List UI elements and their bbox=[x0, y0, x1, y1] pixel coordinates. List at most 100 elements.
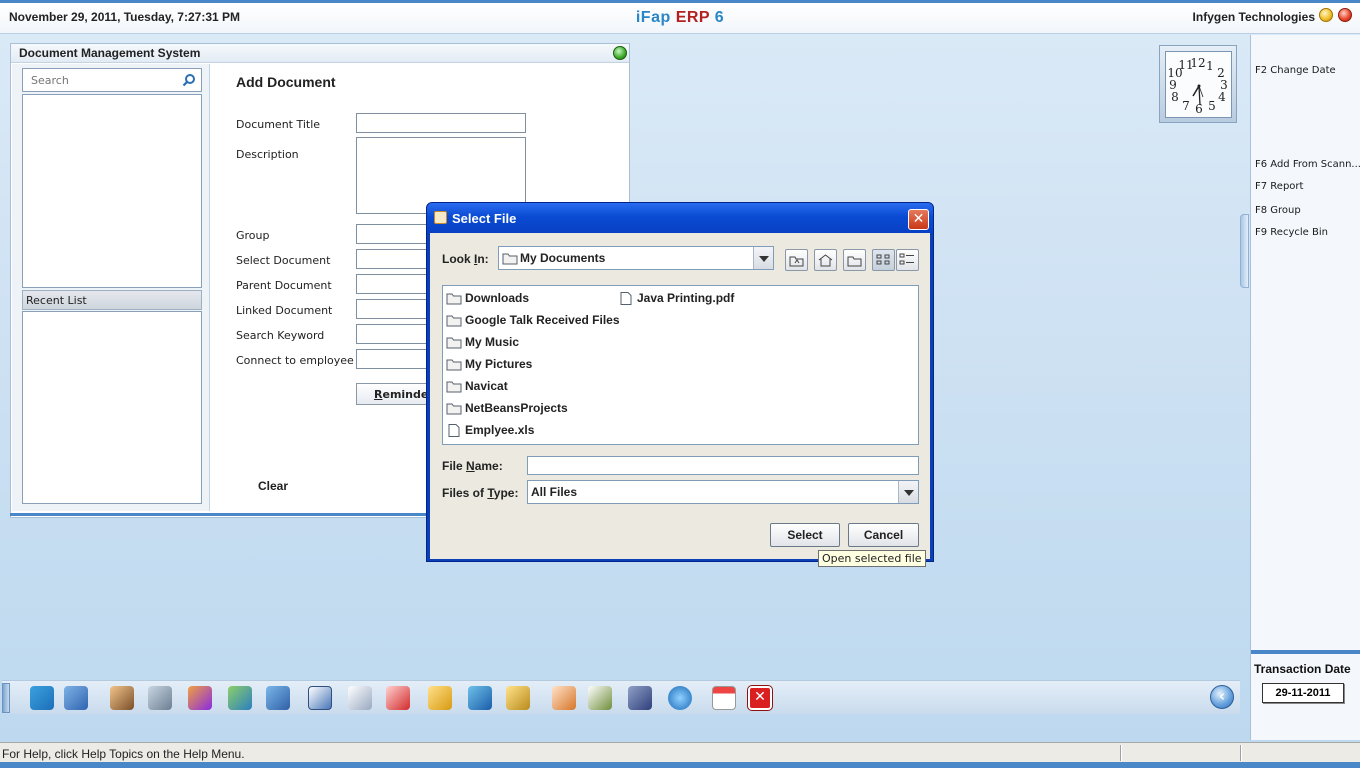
document-title-input[interactable] bbox=[356, 113, 526, 133]
folder-icon bbox=[446, 403, 462, 415]
save-icon[interactable] bbox=[628, 686, 652, 710]
details-view-icon bbox=[899, 253, 914, 265]
f9-recycle-bin[interactable]: F9 Recycle Bin bbox=[1255, 227, 1360, 238]
svg-text:5: 5 bbox=[1208, 99, 1216, 113]
settings-gears-icon[interactable] bbox=[148, 686, 172, 710]
file-name-label: File Name: bbox=[442, 459, 503, 473]
calculator-icon[interactable] bbox=[588, 686, 612, 710]
connect-employee-label: Connect to employee bbox=[236, 354, 354, 367]
dialog-close-button[interactable]: ✕ bbox=[908, 209, 929, 230]
details-view-button[interactable] bbox=[896, 249, 919, 271]
f6-add-from-scanner[interactable]: F6 Add From Scann... bbox=[1255, 159, 1360, 170]
clear-button[interactable]: Clear bbox=[258, 479, 288, 493]
app-title-erp: ERP bbox=[675, 9, 710, 26]
file-list[interactable]: Downloads Google Talk Received Files My … bbox=[442, 285, 919, 445]
chart-icon[interactable] bbox=[386, 686, 410, 710]
f7-report[interactable]: F7 Report bbox=[1255, 181, 1360, 192]
recent-list-header: Recent List bbox=[22, 290, 202, 310]
folder-icon bbox=[502, 253, 518, 265]
network-icon[interactable] bbox=[468, 686, 492, 710]
search-box bbox=[22, 68, 202, 92]
file-name: Downloads bbox=[465, 291, 530, 305]
recent-list[interactable] bbox=[22, 311, 202, 504]
toolbar-handle[interactable] bbox=[2, 683, 10, 713]
clock-icon: 12 1 2 345 678 91011 bbox=[1167, 56, 1227, 116]
backup-icon[interactable] bbox=[552, 686, 576, 710]
search-icon[interactable] bbox=[182, 73, 196, 87]
right-shortcut-panel: F2 Change Date F6 Add From Scann... F7 R… bbox=[1250, 35, 1360, 740]
svg-text:4: 4 bbox=[1218, 90, 1226, 104]
title-bar: November 29, 2011, Tuesday, 7:27:31 PM i… bbox=[0, 3, 1360, 34]
f2-change-date[interactable]: F2 Change Date bbox=[1255, 65, 1360, 76]
file-name: Java Printing.pdf bbox=[637, 291, 735, 305]
folder-icon[interactable] bbox=[506, 686, 530, 710]
transfer-icon[interactable] bbox=[266, 686, 290, 710]
up-folder-button[interactable] bbox=[785, 249, 808, 271]
gear-icon[interactable] bbox=[668, 686, 692, 710]
svg-text:11: 11 bbox=[1178, 58, 1193, 72]
svg-text:7: 7 bbox=[1182, 99, 1190, 113]
folder-icon bbox=[446, 315, 462, 327]
dms-title-bar: Document Management System bbox=[11, 44, 629, 63]
file-name: Navicat bbox=[465, 379, 508, 393]
cancel-button[interactable]: Cancel bbox=[848, 523, 919, 547]
svg-text:9: 9 bbox=[1169, 78, 1177, 92]
chevron-down-icon[interactable] bbox=[753, 247, 773, 269]
look-in-label: Look In: bbox=[442, 252, 489, 266]
home-button[interactable] bbox=[814, 249, 837, 271]
search-results-list[interactable] bbox=[22, 94, 202, 288]
window-icon[interactable] bbox=[308, 686, 332, 710]
document-title-label: Document Title bbox=[236, 118, 321, 131]
transaction-separator bbox=[1251, 650, 1360, 654]
file-name: My Music bbox=[465, 335, 520, 349]
files-of-type-label: Files of Type: bbox=[442, 486, 518, 500]
dialog-title-bar[interactable]: Select File ✕ bbox=[427, 203, 933, 233]
chevron-down-icon[interactable] bbox=[898, 481, 918, 503]
up-one-level-icon bbox=[789, 256, 804, 267]
accounts-icon[interactable] bbox=[64, 686, 88, 710]
back-arrow-icon[interactable]: ‹ bbox=[1210, 685, 1234, 709]
f8-group[interactable]: F8 Group bbox=[1255, 205, 1360, 216]
user-icon[interactable] bbox=[110, 686, 134, 710]
file-icon bbox=[448, 424, 460, 437]
new-folder-button[interactable] bbox=[843, 249, 866, 271]
list-view-button[interactable] bbox=[872, 249, 895, 271]
transaction-date-field[interactable]: 29-11-2011 bbox=[1262, 683, 1344, 703]
close-icon[interactable]: ✕ bbox=[748, 686, 772, 710]
clock-face: 12 1 2 345 678 9 10 11 bbox=[1165, 51, 1232, 118]
look-in-combo[interactable]: My Documents bbox=[498, 246, 774, 270]
select-button[interactable]: Select bbox=[770, 523, 840, 547]
svg-text:1: 1 bbox=[1206, 59, 1214, 73]
folder-icon bbox=[446, 337, 462, 349]
search-input[interactable] bbox=[31, 73, 179, 87]
calendar-icon[interactable] bbox=[712, 686, 736, 710]
file-name-mnemonic: N bbox=[466, 459, 475, 473]
file-name-label-pre: File bbox=[442, 459, 467, 473]
dialog-body: Look In: My Documents Downloads Google T… bbox=[430, 233, 930, 559]
books-icon[interactable] bbox=[188, 686, 212, 710]
add-document-heading: Add Document bbox=[236, 74, 336, 90]
status-green-icon[interactable] bbox=[613, 46, 627, 60]
file-name: My Pictures bbox=[465, 357, 533, 371]
look-in-mnemonic: I bbox=[474, 252, 478, 266]
file-name-input[interactable] bbox=[527, 456, 919, 475]
files-of-type-combo[interactable]: All Files bbox=[527, 480, 919, 504]
document-icon[interactable] bbox=[348, 686, 372, 710]
file-icon bbox=[620, 292, 632, 305]
dashboard-icon[interactable] bbox=[30, 686, 54, 710]
select-document-label: Select Document bbox=[236, 254, 331, 267]
app-title: iFap ERP 6 bbox=[0, 9, 1360, 27]
file-name: NetBeansProjects bbox=[465, 401, 568, 415]
status-separator bbox=[1120, 745, 1122, 761]
minimize-icon[interactable] bbox=[1319, 8, 1333, 22]
side-panel-handle[interactable] bbox=[1240, 214, 1249, 288]
files-of-type-label-pre: Files of bbox=[442, 486, 488, 500]
shopping-cart-icon[interactable] bbox=[228, 686, 252, 710]
svg-text:8: 8 bbox=[1171, 90, 1179, 104]
close-app-icon[interactable] bbox=[1338, 8, 1352, 22]
folder-icon bbox=[446, 359, 462, 371]
status-separator bbox=[1240, 745, 1242, 761]
bottom-toolbar: ✕ bbox=[2, 680, 1240, 714]
dialog-title: Select File bbox=[452, 211, 517, 226]
hierarchy-icon[interactable] bbox=[428, 686, 452, 710]
